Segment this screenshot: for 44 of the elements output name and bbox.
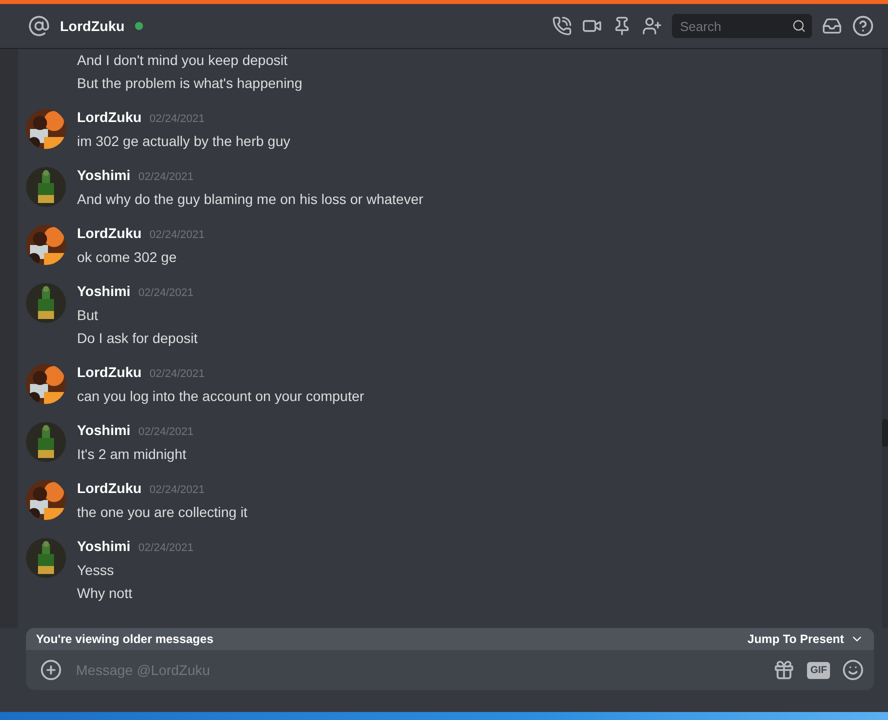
timestamp: 02/24/2021 (138, 287, 194, 299)
at-sign-icon (28, 15, 50, 37)
older-messages-text: You're viewing older messages (36, 632, 214, 646)
author-name: Yoshimi (77, 283, 130, 299)
gift-icon[interactable] (773, 659, 796, 681)
add-user-icon[interactable] (642, 16, 662, 36)
jump-to-present-button[interactable]: Jump To Present (748, 632, 864, 646)
author-name: LordZuku (77, 109, 142, 125)
message-text: But (77, 306, 100, 325)
timestamp: 02/24/2021 (150, 113, 205, 125)
message-text: Do I ask for deposit (77, 329, 198, 348)
timestamp: 02/24/2021 (150, 368, 205, 380)
phone-icon[interactable] (552, 16, 572, 36)
timestamp: 02/24/2021 (138, 542, 194, 554)
author-name: Yoshimi (77, 422, 130, 438)
author-name: LordZuku (77, 364, 142, 380)
message-text: It's 2 am midnight (77, 445, 188, 464)
emoji-icon[interactable] (842, 659, 864, 681)
search-icon[interactable] (792, 19, 806, 33)
gif-button[interactable]: GIF (807, 662, 830, 678)
search-input[interactable]: Search (678, 18, 788, 34)
search-field[interactable]: Search (672, 14, 812, 38)
help-icon[interactable] (852, 15, 874, 37)
author-name: Yoshimi (77, 167, 130, 183)
add-icon[interactable] (40, 659, 62, 681)
message-text: But the problem is what's happening (76, 74, 304, 93)
timestamp: 02/24/2021 (138, 171, 194, 183)
message-text: And I don't mind you keep deposit (76, 51, 288, 70)
channel-name: LordZuku (60, 18, 125, 34)
timestamp: 02/24/2021 (138, 426, 194, 438)
message-text: im 302 ge actually by the herb guy (77, 132, 290, 151)
scrollbar-thumb[interactable] (882, 419, 888, 447)
message-text: ok come 302 ge (77, 248, 178, 267)
author-name: LordZuku (77, 480, 142, 496)
message-text: And why do the guy blaming me on his loss or whatever (77, 190, 424, 209)
author-name: Yoshimi (77, 538, 130, 554)
timestamp: 02/24/2021 (150, 484, 205, 496)
message-text: can you log into the account on your computer (77, 387, 364, 406)
message-text: Why nott (77, 584, 134, 603)
message-text: Yesss (77, 561, 115, 580)
inbox-icon[interactable] (822, 16, 842, 36)
author-name: LordZuku (77, 225, 142, 241)
timestamp: 02/24/2021 (150, 229, 205, 241)
message-text: the one you are collecting it (77, 503, 248, 522)
